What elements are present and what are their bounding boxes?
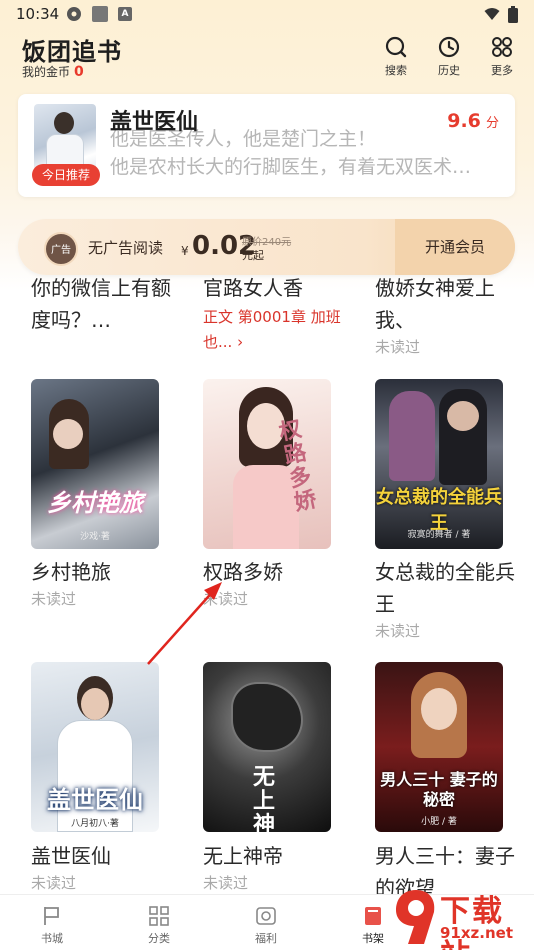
no-ad-logo-icon: 广告 (44, 232, 78, 266)
book-status: 未读过 (203, 874, 249, 892)
coins-label: 我的金币 (22, 65, 71, 79)
welfare-icon (256, 907, 276, 925)
search-icon (385, 36, 407, 58)
nav-bookshelf[interactable]: 书架 (348, 905, 398, 946)
book-title-wushang[interactable]: 无上神帝 (203, 840, 343, 872)
book-status: 未读过 (31, 874, 77, 892)
cover-title-xiangcun: 乡村艳旅 (47, 489, 143, 517)
nav-category-label: 分类 (148, 932, 170, 945)
recommend-book-title: 盖世医仙 (110, 110, 199, 135)
more-button[interactable]: 更多 (484, 36, 520, 78)
battery-icon (508, 6, 518, 23)
search-button[interactable]: 搜索 (378, 36, 414, 78)
search-label: 搜索 (385, 64, 407, 77)
book-title-wechat[interactable]: 你的微信上有额度吗？… (31, 272, 171, 336)
daily-recommend-card[interactable]: 今日推荐 他是医圣传人，他是楚门之主！ 他是农村长大的行脚医生，有着无双医术… … (18, 94, 515, 197)
daily-recommend-badge: 今日推荐 (32, 164, 100, 186)
cover-title-gaishi: 盖世医仙 (47, 786, 143, 814)
clock-icon (438, 36, 460, 58)
site-watermark: 下载站 91xz.net (394, 886, 534, 950)
nav-bookshelf-label: 书架 (362, 932, 384, 945)
flag-icon (44, 907, 59, 925)
watermark-url: 91xz.net (440, 924, 514, 942)
grid-more-icon (492, 37, 512, 57)
book-cover-nanren[interactable]: 男人三十 妻子的秘密 小肥 / 著 (375, 662, 503, 832)
recommend-desc-line2: 他是农村长大的行脚医生，有着无双医术… (110, 156, 472, 178)
wifi-icon (484, 8, 500, 20)
history-label: 历史 (438, 64, 460, 77)
book-status: 未读过 (375, 622, 421, 640)
book-cover-xiangcun[interactable]: 乡村艳旅 沙戏·著 (31, 379, 159, 549)
recommend-score: 9.6 分 (447, 110, 499, 132)
book-cover-quanlu[interactable]: 权路多娇 (203, 379, 331, 549)
nav-welfare[interactable]: 福利 (241, 905, 291, 946)
coins-value: 0 (74, 64, 84, 80)
a-status-icon: A (118, 7, 132, 21)
book-title-nvzongcai[interactable]: 女总裁的全能兵王 (375, 556, 515, 620)
book-status: 未读过 (375, 338, 421, 356)
no-ad-label: 无广告阅读 (88, 239, 164, 257)
vip-price-unit: 元起 (242, 249, 264, 262)
open-vip-button[interactable]: 开通会员 (395, 219, 515, 275)
coin-balance[interactable]: 我的金币 0 (22, 63, 84, 80)
cover-author-nanren: 小肥 / 著 (421, 817, 457, 827)
status-time: 10:34 (16, 5, 60, 23)
app-title: 饭团追书 (22, 38, 122, 66)
annotation-arrow (147, 582, 222, 665)
score-value: 9.6 (447, 110, 481, 132)
nav-category[interactable]: 分类 (134, 905, 184, 946)
cover-title-wushang: 无上神帝 (253, 765, 276, 833)
book-title-aojiao[interactable]: 傲娇女神爱上我、 (375, 272, 515, 336)
book-cover-gaishi[interactable]: 盖世医仙 八月初八·著 (31, 662, 159, 832)
cover-author-xiangcun: 沙戏·著 (80, 532, 110, 542)
nav-welfare-label: 福利 (255, 932, 277, 945)
cover-title-nanren: 男人三十 妻子的秘密 (380, 770, 498, 809)
status-bar: 10:34 A (0, 0, 534, 30)
notification-square-icon (92, 6, 108, 22)
vip-original-price: 原价240元 (242, 237, 292, 248)
book-last-chapter[interactable]: 正文 第0001章 加班也... › (203, 305, 343, 355)
book-status: 未读过 (31, 590, 77, 608)
more-label: 更多 (491, 64, 513, 77)
nav-bookstore-label: 书城 (41, 932, 63, 945)
bookshelf-icon (365, 907, 381, 925)
book-title-guanlu[interactable]: 官路女人香 (203, 272, 343, 304)
settings-status-icon (67, 7, 81, 21)
watermark-logo (396, 890, 435, 944)
cover-author-gaishi: 八月初八·著 (71, 819, 119, 829)
book-cover-nvzongcai[interactable]: 女总裁的全能兵王 寂寞的舞者 / 著 (375, 379, 503, 549)
vip-banner[interactable]: 广告 无广告阅读 ¥ 0.02 原价240元 元起 开通会员 (18, 219, 515, 275)
book-title-gaishi[interactable]: 盖世医仙 (31, 840, 171, 872)
score-unit: 分 (485, 116, 499, 131)
currency-symbol: ¥ (181, 244, 189, 258)
cover-author-nvzongcai: 寂寞的舞者 / 著 (407, 530, 471, 540)
nav-bookstore[interactable]: 书城 (27, 905, 77, 946)
history-button[interactable]: 历史 (431, 36, 467, 78)
book-cover-wushang[interactable]: 无上神帝 (203, 662, 331, 832)
category-grid-icon (149, 906, 169, 926)
